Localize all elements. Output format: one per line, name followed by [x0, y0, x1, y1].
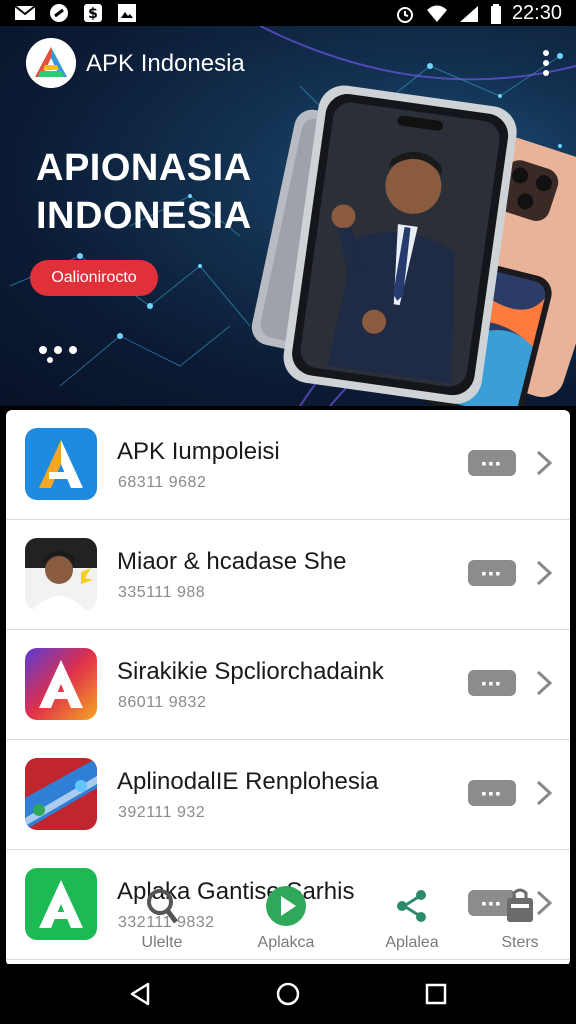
game-icon	[25, 758, 97, 830]
tab-aplalea[interactable]: Aplalea	[362, 884, 462, 951]
status-badge[interactable]: ▪▪▪	[468, 670, 516, 696]
apk-a-green-icon	[25, 868, 97, 940]
tab-ulelte[interactable]: Ulelte	[112, 884, 212, 951]
share-icon	[397, 890, 426, 922]
back-icon[interactable]	[126, 980, 154, 1008]
navigation-bar	[0, 964, 576, 1024]
more-vert-icon[interactable]	[536, 48, 556, 78]
app-title: APK Iumpoleisi	[117, 438, 280, 465]
app-list: APK Iumpoleisi 68311 9682 ▪▪▪ Miaor & hc…	[6, 410, 570, 966]
link-icon	[50, 4, 68, 22]
alarm-icon	[396, 6, 413, 23]
app-subtitle: 68311 9682	[118, 474, 207, 491]
chevron-right-icon[interactable]	[534, 558, 554, 588]
wifi-icon	[426, 5, 447, 22]
tab-label: Aplakca	[257, 934, 315, 951]
chevron-right-icon[interactable]	[534, 778, 554, 808]
apk-a-gradient-icon	[25, 648, 97, 720]
svg-text:$: $	[88, 6, 98, 22]
battery-icon	[490, 3, 501, 24]
tab-sters[interactable]: Sters	[470, 884, 570, 951]
app-subtitle: 335111 988	[118, 584, 206, 601]
apk-logo-icon[interactable]	[26, 38, 76, 88]
dollar-icon: $	[84, 4, 102, 22]
hero-cta-button[interactable]: Oalionirocto	[30, 260, 158, 296]
status-badge[interactable]: ▪▪▪	[468, 560, 516, 586]
app-subtitle: 392111 932	[118, 804, 206, 821]
status-bar: $ 22:30	[0, 0, 576, 26]
list-item[interactable]: Sirakikie Spcliorchadaink 86011 9832 ▪▪▪	[6, 630, 570, 740]
chevron-right-icon[interactable]	[534, 668, 554, 698]
app-subtitle: 86011 9832	[118, 694, 207, 711]
app-title: Miaor & hcadase She	[117, 548, 347, 575]
app-title: Sirakikie Spcliorchadaink	[117, 658, 384, 685]
tab-label: Ulelte	[141, 934, 183, 951]
notification-icons: $	[14, 3, 138, 23]
recents-icon[interactable]	[422, 980, 450, 1008]
home-icon[interactable]	[274, 980, 302, 1008]
carousel-dots[interactable]	[38, 344, 80, 364]
app-title: AplinodalIE Renplohesia	[117, 768, 379, 795]
search-icon	[147, 889, 178, 924]
list-item[interactable]: AplinodalIE Renplohesia 392111 932 ▪▪▪	[6, 740, 570, 850]
status-badge[interactable]: ▪▪▪	[468, 450, 516, 476]
tab-label: Aplalea	[385, 934, 439, 951]
status-badge[interactable]: ▪▪▪	[468, 780, 516, 806]
play-icon	[266, 886, 306, 926]
gmail-icon	[14, 5, 36, 20]
tab-label: Sters	[501, 934, 539, 951]
list-item[interactable]: Miaor & hcadase She 335111 988 ▪▪▪	[6, 520, 570, 630]
hero-banner[interactable]: APK Indonesia APIONASIA INDONESIA Oalion…	[0, 26, 576, 406]
clock: 22:30	[511, 2, 562, 24]
chevron-right-icon[interactable]	[534, 448, 554, 478]
apk-a-blue-icon	[25, 428, 97, 500]
person-avatar-icon	[25, 538, 97, 610]
phones-illustration	[251, 85, 576, 406]
image-icon	[118, 4, 136, 22]
app-title: APK Indonesia	[86, 50, 245, 77]
tab-aplakca[interactable]: Aplakca	[236, 884, 336, 951]
signal-icon	[459, 5, 478, 22]
system-icons: 22:30	[394, 2, 562, 25]
bag-icon	[507, 888, 533, 922]
list-item[interactable]: APK Iumpoleisi 68311 9682 ▪▪▪	[6, 410, 570, 520]
